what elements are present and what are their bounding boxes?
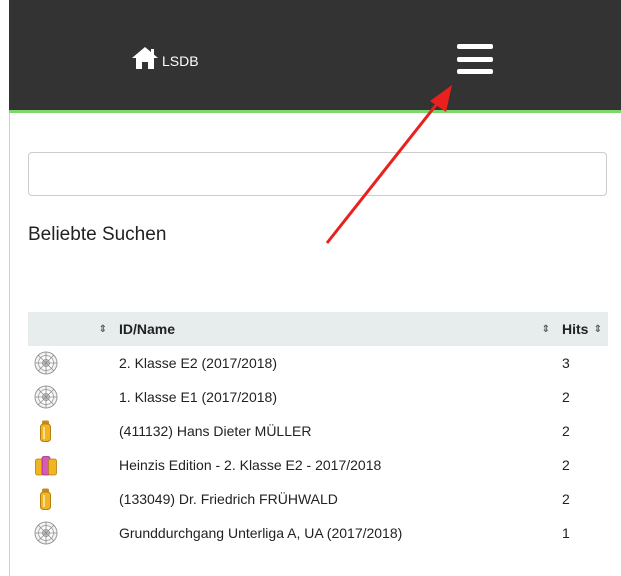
player-icon — [34, 487, 107, 511]
table-header-row: ⇕ ID/Name ⇕ Hits ⇕ — [28, 312, 608, 346]
dartboard-icon — [34, 385, 107, 409]
row-name[interactable]: 1. Klasse E1 (2017/2018) — [113, 380, 556, 414]
column-header-icon[interactable]: ⇕ — [28, 312, 113, 346]
home-icon — [131, 46, 159, 70]
brand-label: LSDB — [162, 53, 199, 69]
row-icon-cell — [28, 482, 113, 516]
popular-searches-table: ⇕ ID/Name ⇕ Hits ⇕ 2. Klasse E2 (2017/20… — [28, 312, 608, 550]
dartboard-icon — [34, 521, 107, 545]
row-name[interactable]: (411132) Hans Dieter MÜLLER — [113, 414, 556, 448]
brand-link[interactable]: LSDB — [131, 46, 199, 70]
table-row[interactable]: 2. Klasse E2 (2017/2018) 3 — [28, 346, 608, 380]
row-hits: 2 — [562, 423, 570, 439]
row-hits: 2 — [562, 389, 570, 405]
table-row[interactable]: Heinzis Edition - 2. Klasse E2 - 2017/20… — [28, 448, 608, 482]
sort-icon[interactable]: ⇕ — [542, 324, 550, 335]
row-hits: 3 — [562, 355, 570, 371]
row-name[interactable]: Heinzis Edition - 2. Klasse E2 - 2017/20… — [113, 448, 556, 482]
column-header-name[interactable]: ID/Name ⇕ — [113, 312, 556, 346]
table-row[interactable]: (133049) Dr. Friedrich FRÜHWALD 2 — [28, 482, 608, 516]
row-icon-cell — [28, 448, 113, 482]
team-icon — [34, 453, 107, 477]
row-hits: 2 — [562, 491, 570, 507]
section-title: Beliebte Suchen — [28, 224, 167, 245]
sort-icon[interactable]: ⇕ — [99, 324, 107, 335]
row-icon-cell — [28, 516, 113, 550]
sort-icon[interactable]: ⇕ — [594, 324, 602, 335]
table-row[interactable]: 1. Klasse E1 (2017/2018) 2 — [28, 380, 608, 414]
hamburger-menu-icon[interactable] — [457, 44, 493, 74]
column-header-name-label: ID/Name — [119, 321, 176, 337]
row-name[interactable]: Grunddurchgang Unterliga A, UA (2017/201… — [113, 516, 556, 550]
column-header-hits-label: Hits — [562, 321, 589, 337]
row-hits: 1 — [562, 525, 570, 541]
row-icon-cell — [28, 414, 113, 448]
navbar: LSDB — [9, 0, 621, 113]
table-row[interactable]: Grunddurchgang Unterliga A, UA (2017/201… — [28, 516, 608, 550]
row-hits: 2 — [562, 457, 570, 473]
column-header-hits[interactable]: Hits ⇕ — [556, 312, 608, 346]
row-icon-cell — [28, 380, 113, 414]
row-icon-cell — [28, 346, 113, 380]
row-name[interactable]: (133049) Dr. Friedrich FRÜHWALD — [113, 482, 556, 516]
player-icon — [34, 419, 107, 443]
row-name[interactable]: 2. Klasse E2 (2017/2018) — [113, 346, 556, 380]
dartboard-icon — [34, 351, 107, 375]
table-row[interactable]: (411132) Hans Dieter MÜLLER 2 — [28, 414, 608, 448]
search-input[interactable] — [28, 152, 607, 196]
